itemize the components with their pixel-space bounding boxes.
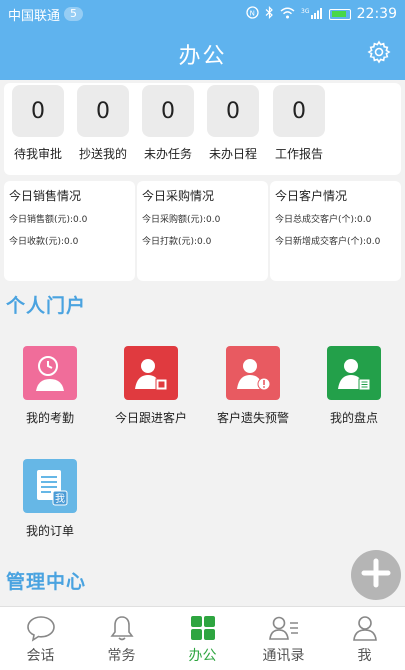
order-document-icon: 我	[23, 459, 77, 513]
app-header: 办公	[0, 28, 405, 80]
card-row: 今日采购额(元):0.0	[142, 215, 221, 225]
tile-my-attendance[interactable]: 我的考勤	[0, 346, 100, 426]
tile-label: 客户遗失预警	[216, 411, 289, 425]
stat-value: 0	[273, 85, 325, 137]
clock: 22:39	[356, 6, 397, 22]
tile-label: 我的订单	[25, 524, 74, 538]
card-title: 今日采购情况	[142, 189, 215, 203]
stat-value: 0	[207, 85, 259, 137]
plus-icon	[361, 558, 391, 592]
battery-icon	[328, 8, 351, 20]
personal-portal-title: 个人门户	[6, 295, 87, 317]
tab-label: 通讯录	[262, 648, 305, 664]
tab-label: 办公	[188, 648, 217, 664]
card-title: 今日销售情况	[9, 189, 82, 203]
stats-card: 0 待我审批 0 抄送我的 0 未办任务 0 未办日程 0 工作报告	[4, 83, 401, 175]
bottom-tab-bar: 会话 常务 办公 通讯录 我	[0, 606, 405, 670]
card-row: 今日新增成交客户(个):0.0	[275, 237, 381, 247]
stat-value: 0	[12, 85, 64, 137]
tile-today-follow-up[interactable]: 今日跟进客户	[101, 346, 201, 426]
tab-label: 会话	[26, 648, 55, 664]
tab-contacts[interactable]: 通讯录	[243, 607, 324, 670]
gear-icon	[367, 40, 391, 68]
settings-button[interactable]	[365, 40, 393, 68]
tab-office[interactable]: 办公	[162, 607, 243, 670]
card-row: 今日收款(元):0.0	[9, 237, 79, 247]
tile-label: 我的盘点	[329, 411, 378, 425]
management-center-title: 管理中心	[6, 571, 87, 593]
stat-label: 待我审批	[13, 147, 62, 161]
carrier-name: 中国联通	[8, 8, 61, 24]
stat-label: 抄送我的	[78, 147, 127, 161]
tile-label: 今日跟进客户	[114, 411, 187, 425]
chat-bubble-icon	[25, 613, 57, 643]
notification-badge: 5	[64, 7, 84, 21]
stat-pending-approval[interactable]: 0 待我审批	[7, 85, 69, 162]
person-icon	[349, 613, 381, 643]
card-row: 今日销售额(元):0.0	[9, 215, 88, 225]
tab-label: 我	[357, 648, 372, 664]
status-bar: 中国联通 5 N 3G 22:39	[0, 0, 405, 28]
customer-summary-card[interactable]: 今日客户情况 今日总成交客户(个):0.0 今日新增成交客户(个):0.0	[270, 181, 401, 281]
purchase-summary-card[interactable]: 今日采购情况 今日采购额(元):0.0 今日打款(元):0.0	[137, 181, 268, 281]
card-row: 今日打款(元):0.0	[142, 237, 212, 247]
stat-pending-schedule[interactable]: 0 未办日程	[202, 85, 264, 162]
tab-me[interactable]: 我	[324, 607, 405, 670]
stat-label: 工作报告	[274, 147, 323, 161]
order-badge-text: 我	[55, 493, 65, 505]
stat-label: 未办任务	[143, 147, 192, 161]
clock-person-icon	[23, 346, 77, 400]
add-button[interactable]	[351, 550, 401, 600]
stat-label: 未办日程	[208, 147, 257, 161]
stat-cc-to-me[interactable]: 0 抄送我的	[72, 85, 134, 162]
carrier-info: 中国联通 5	[8, 5, 84, 24]
person-inventory-icon	[327, 346, 381, 400]
stat-work-report[interactable]: 0 工作报告	[268, 85, 330, 162]
tile-customer-loss-warning[interactable]: 客户遗失预警	[203, 346, 303, 426]
bell-icon	[106, 613, 138, 643]
card-title: 今日客户情况	[275, 189, 348, 203]
grid-icon	[187, 613, 219, 643]
wifi-icon	[280, 7, 295, 22]
tile-my-orders[interactable]: 我 我的订单	[0, 459, 100, 539]
card-row: 今日总成交客户(个):0.0	[275, 215, 372, 225]
tab-chat[interactable]: 会话	[0, 607, 81, 670]
stat-value: 0	[142, 85, 194, 137]
tab-routine[interactable]: 常务	[81, 607, 162, 670]
contacts-icon	[268, 613, 300, 643]
signal-type-label: 3G	[301, 8, 310, 15]
page-title: 办公	[178, 44, 227, 69]
tile-label: 我的考勤	[25, 411, 74, 425]
tab-label: 常务	[107, 648, 136, 664]
tile-my-inventory[interactable]: 我的盘点	[304, 346, 404, 426]
bluetooth-icon	[265, 6, 274, 22]
stat-pending-tasks[interactable]: 0 未办任务	[137, 85, 199, 162]
nfc-icon: N	[245, 6, 259, 22]
status-indicators: N 3G 22:39	[245, 6, 397, 22]
sales-summary-card[interactable]: 今日销售情况 今日销售额(元):0.0 今日收款(元):0.0	[4, 181, 135, 281]
svg-text:N: N	[249, 10, 254, 18]
person-follow-icon	[124, 346, 178, 400]
person-warning-icon	[226, 346, 280, 400]
stat-value: 0	[77, 85, 129, 137]
signal-icon: 3G	[301, 7, 323, 22]
